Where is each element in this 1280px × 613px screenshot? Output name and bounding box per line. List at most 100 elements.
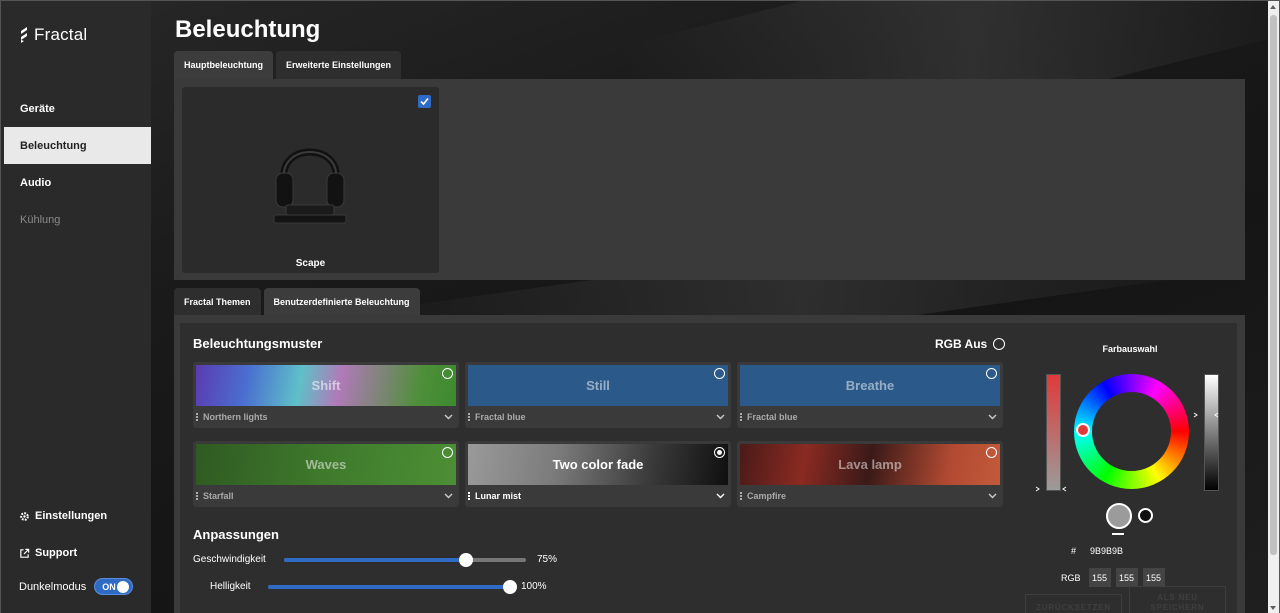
pattern-radio-selected[interactable] [714, 447, 725, 458]
rgb-green-input[interactable]: 155 [1115, 568, 1138, 587]
sidebar-item-beleuchtung[interactable]: Beleuchtung [4, 127, 151, 164]
tab-benutzerdefinierte-beleuchtung[interactable]: Benutzerdefinierte Beleuchtung [263, 288, 420, 316]
speed-value: 75% [537, 554, 558, 565]
external-link-icon [20, 548, 30, 558]
brightness-label: Helligkeit [210, 581, 251, 592]
lighting-inner-panel: Beleuchtungsmuster RGB Aus Shift Norther… [180, 323, 1237, 613]
pattern-card-breathe[interactable]: Breathe Fractal blue [737, 362, 1003, 428]
swatch-selection-indicator [1112, 533, 1124, 535]
save-as-new-button[interactable]: ALS NEU SPEICHERN [1129, 586, 1226, 613]
speed-label: Geschwindigkeit [193, 554, 266, 565]
pattern-name: Shift [311, 378, 341, 393]
app-window: Fractal Geräte Beleuchtung Audio Kühlung… [0, 0, 1280, 613]
brightness-slider-thumb[interactable] [503, 579, 517, 594]
sidebar-item-geraete[interactable]: Geräte [4, 90, 151, 127]
sidebar-item-label: Kühlung [20, 213, 61, 226]
brand-name: Fractal [34, 25, 88, 44]
pattern-card-lava-lamp[interactable]: Lava lamp Campfire [737, 441, 1003, 507]
reset-button[interactable]: ZURÜCKSETZEN [1025, 594, 1122, 613]
darkmode-toggle[interactable]: ON [94, 578, 134, 595]
preset-name: Lunar mist [475, 491, 522, 501]
darkmode-row: Dunkelmodus ON [19, 578, 134, 595]
preset-selector[interactable]: Starfall [196, 489, 453, 503]
device-checkbox[interactable] [418, 95, 431, 108]
slider-arrows-icon [1193, 412, 1219, 418]
tab-erweiterte-einstellungen[interactable]: Erweiterte Einstellungen [276, 51, 402, 79]
page-title: Beleuchtung [175, 16, 321, 43]
chevron-down-icon [444, 414, 453, 420]
scroll-up-icon[interactable] [1270, 5, 1276, 9]
settings-link[interactable]: Einstellungen [19, 510, 107, 522]
speed-slider-thumb[interactable] [458, 552, 473, 567]
pattern-preview: Lava lamp [740, 444, 1000, 485]
tab-fractal-themen[interactable]: Fractal Themen [174, 288, 261, 316]
pattern-name: Waves [305, 457, 347, 472]
preset-selector[interactable]: Northern lights [196, 410, 453, 424]
lightness-slider[interactable] [1204, 374, 1219, 491]
drag-handle-icon [196, 492, 198, 500]
lighting-tabbar: Fractal Themen Benutzerdefinierte Beleuc… [174, 288, 420, 316]
hex-input-row: # 9B9B9B [1071, 546, 1123, 556]
sidebar-item-audio[interactable]: Audio [4, 164, 151, 201]
device-panel: Scape [174, 79, 1245, 280]
hex-prefix: # [1071, 546, 1077, 556]
toggle-knob [117, 580, 130, 593]
pattern-card-two-color-fade[interactable]: Two color fade Lunar mist [465, 441, 731, 507]
preset-selector[interactable]: Campfire [740, 489, 997, 503]
scroll-down-icon[interactable] [1270, 606, 1276, 610]
adjustments-title: Anpassungen [193, 527, 279, 542]
preset-selector[interactable]: Fractal blue [468, 410, 725, 424]
drag-handle-icon [196, 413, 198, 421]
pattern-card-still[interactable]: Still Fractal blue [465, 362, 731, 428]
device-name: Scape [295, 258, 326, 269]
drag-handle-icon [740, 492, 742, 500]
fractal-logo-icon [21, 27, 27, 43]
pattern-radio[interactable] [442, 368, 453, 379]
main-content: Beleuchtung Hauptbeleuchtung Erweiterte … [151, 1, 1269, 613]
preset-name: Campfire [747, 491, 787, 501]
speed-slider-row: Geschwindigkeit 75% [193, 552, 558, 567]
rgb-off-label: RGB Aus [935, 337, 988, 351]
pattern-name: Two color fade [552, 457, 644, 472]
top-tabbar: Hauptbeleuchtung Erweiterte Einstellunge… [174, 51, 402, 79]
pattern-preview: Breathe [740, 365, 1000, 406]
pattern-card-shift[interactable]: Shift Northern lights [193, 362, 459, 428]
preset-name: Starfall [203, 491, 234, 501]
pattern-radio[interactable] [714, 368, 725, 379]
tab-hauptbeleuchtung[interactable]: Hauptbeleuchtung [174, 51, 273, 79]
preset-name: Fractal blue [747, 412, 798, 422]
sidebar-item-kuehlung: Kühlung [4, 201, 151, 238]
rgb-blue-input[interactable]: 155 [1142, 568, 1165, 587]
speed-slider-fill [284, 557, 466, 562]
pattern-card-waves[interactable]: Waves Starfall [193, 441, 459, 507]
sidebar-item-label: Geräte [20, 102, 55, 115]
saturation-slider[interactable] [1046, 374, 1061, 491]
window-scrollbar[interactable] [1268, 1, 1279, 613]
color-wheel-marker[interactable] [1076, 423, 1090, 437]
chevron-down-icon [444, 493, 453, 499]
chevron-down-icon [716, 414, 725, 420]
primary-color-swatch[interactable] [1106, 503, 1132, 529]
darkmode-label: Dunkelmodus [19, 580, 87, 593]
color-picker: Farbauswahl # 9B9B9B RGB 155 155 155 [1025, 338, 1225, 598]
rgb-off-radio[interactable] [993, 338, 1006, 350]
brightness-slider-row: Helligkeit 100% [210, 579, 547, 594]
brightness-slider[interactable] [268, 579, 517, 594]
scrollbar-thumb[interactable] [1270, 15, 1277, 555]
device-card-scape[interactable]: Scape [182, 87, 439, 273]
pattern-radio[interactable] [986, 447, 997, 458]
rgb-red-input[interactable]: 155 [1088, 568, 1111, 587]
color-picker-title: Farbauswahl [1102, 344, 1158, 354]
drag-handle-icon [468, 413, 470, 421]
rgb-off-option[interactable]: RGB Aus [935, 337, 1006, 351]
pattern-radio[interactable] [442, 447, 453, 458]
preset-selector[interactable]: Lunar mist [468, 489, 725, 503]
preset-selector[interactable]: Fractal blue [740, 410, 997, 424]
secondary-color-swatch[interactable] [1138, 508, 1153, 523]
pattern-radio[interactable] [986, 368, 997, 379]
support-link[interactable]: Support [19, 547, 77, 559]
lighting-panel: Beleuchtungsmuster RGB Aus Shift Norther… [174, 315, 1245, 613]
hex-input[interactable]: 9B9B9B [1090, 546, 1123, 556]
speed-slider[interactable] [284, 552, 526, 567]
color-wheel[interactable] [1074, 374, 1189, 489]
